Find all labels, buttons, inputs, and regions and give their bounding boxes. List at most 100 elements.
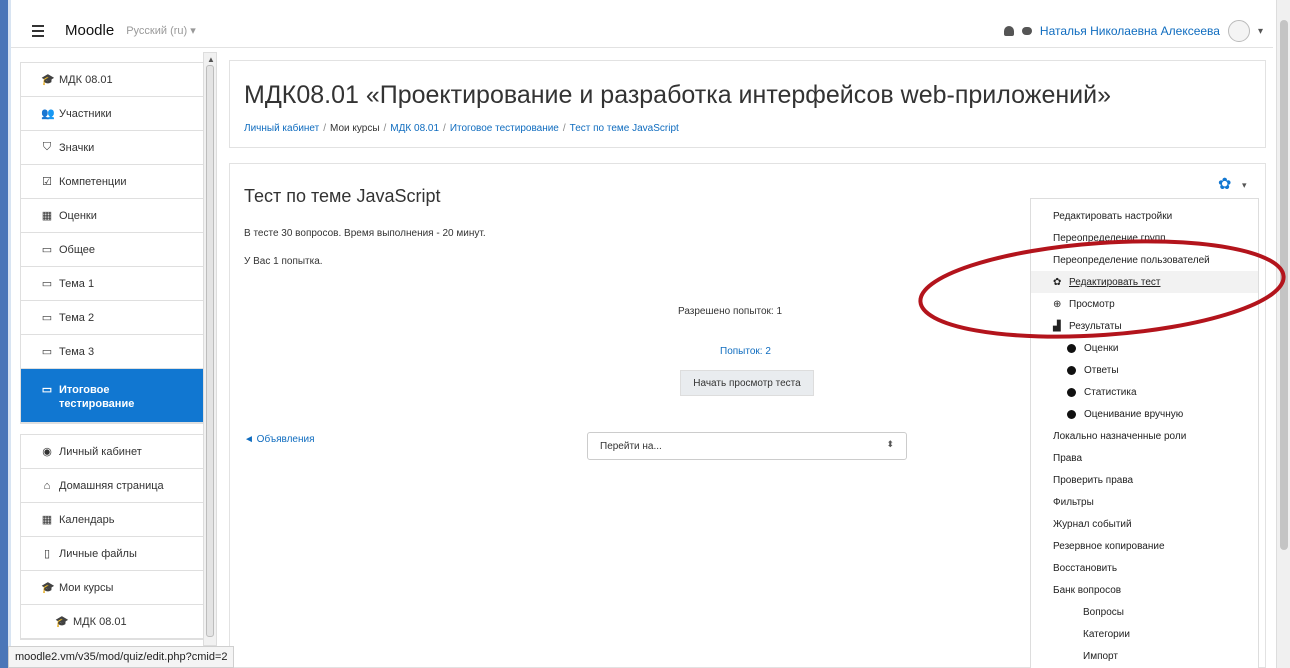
sidebar-item[interactable]: ▦ Оценки bbox=[21, 199, 213, 233]
gear-icon: ✿ bbox=[1053, 276, 1062, 288]
drawer-scrollbar[interactable]: ▲ bbox=[203, 52, 217, 646]
sidebar-item-label: Общее bbox=[59, 243, 96, 256]
user-menu-caret-icon[interactable]: ▾ bbox=[1258, 26, 1263, 37]
user-name-link[interactable]: Наталья Николаевна Алексеева bbox=[1040, 24, 1220, 38]
sidebar-item[interactable]: ▭ Тема 1 bbox=[21, 267, 213, 301]
menu-item[interactable]: Восстановить bbox=[1031, 557, 1258, 579]
sidebar-item-label: Значки bbox=[59, 141, 95, 154]
sidebar-item[interactable]: ☑ Компетенции bbox=[21, 165, 213, 199]
sidebar-item[interactable]: ⌂ Домашняя страница bbox=[21, 469, 213, 503]
bell-icon[interactable] bbox=[1003, 26, 1014, 36]
quiz-intro-line: У Вас 1 попытка. bbox=[244, 256, 323, 267]
menu-item[interactable]: Права bbox=[1031, 447, 1258, 469]
breadcrumb-item[interactable]: МДК 08.01 bbox=[390, 123, 439, 134]
sidebar-item[interactable]: ▦ Календарь bbox=[21, 503, 213, 537]
menu-item[interactable]: Статистика bbox=[1031, 381, 1258, 403]
sidebar-item[interactable]: ▭ Тема 2 bbox=[21, 301, 213, 335]
menu-item-label: Журнал событий bbox=[1053, 518, 1132, 530]
breadcrumb-item: Мои курсы bbox=[330, 123, 380, 134]
menu-item-label: Оценки bbox=[1084, 342, 1119, 354]
menu-item[interactable]: ✿ Редактировать тест bbox=[1031, 271, 1258, 293]
menu-item[interactable]: Проверить права bbox=[1031, 469, 1258, 491]
breadcrumb-item[interactable]: Тест по теме JavaScript bbox=[570, 123, 679, 134]
sidebar-item[interactable]: 👥 Участники bbox=[21, 97, 213, 131]
menu-item-label: Резервное копирование bbox=[1053, 540, 1165, 552]
breadcrumb: Личный кабинет / Мои курсы / МДК 08.01/Итого… bbox=[244, 123, 679, 134]
file-icon: ▯ bbox=[43, 548, 51, 560]
sidebar-item[interactable]: 🎓 МДК 08.01 bbox=[21, 63, 213, 97]
hamburger-menu-icon[interactable] bbox=[25, 18, 51, 44]
menu-item[interactable]: Оценки bbox=[1031, 337, 1258, 359]
course-header: МДК08.01 «Проектирование и разработка ин… bbox=[229, 60, 1266, 148]
graduation-cap-icon: 🎓 bbox=[41, 74, 55, 86]
sidebar-item-label: Итоговое тестирование bbox=[59, 383, 134, 411]
folder-icon: ▭ bbox=[41, 346, 53, 358]
menu-item-label: Статистика bbox=[1084, 386, 1137, 398]
sidebar-item[interactable]: ▭ Тема 3 bbox=[21, 335, 213, 369]
menu-item[interactable]: Локально назначенные роли bbox=[1031, 425, 1258, 447]
drawer-scrollbar-thumb[interactable] bbox=[206, 65, 214, 637]
menu-item[interactable]: ▟ Результаты bbox=[1031, 315, 1258, 337]
site-nav-list: ◉ Личный кабинет ⌂ Домашняя страница ▦ Календ… bbox=[20, 434, 214, 640]
breadcrumb-separator: / bbox=[323, 123, 327, 134]
zoom-icon: ⊕ bbox=[1053, 298, 1062, 310]
window-left-edge-inner bbox=[8, 0, 11, 668]
menu-item-label: Результаты bbox=[1069, 320, 1122, 332]
menu-item-label: Редактировать тест bbox=[1069, 276, 1161, 288]
sidebar-item[interactable]: ▭ Общее bbox=[21, 233, 213, 267]
attempts-link[interactable]: Попыток: 2 bbox=[720, 346, 771, 357]
menu-item[interactable]: Резервное копирование bbox=[1031, 535, 1258, 557]
sidebar-item-label: Тема 3 bbox=[59, 345, 95, 358]
sidebar-item[interactable]: ▯ Личные файлы bbox=[21, 537, 213, 571]
sidebar-item-label: Оценки bbox=[59, 209, 97, 222]
menu-item[interactable]: Оценивание вручную bbox=[1031, 403, 1258, 425]
menu-item[interactable]: Банк вопросов bbox=[1031, 579, 1258, 601]
menu-item[interactable]: Фильтры bbox=[1031, 491, 1258, 513]
folder-icon: ▭ bbox=[41, 244, 53, 256]
page-scrollbar[interactable] bbox=[1276, 0, 1290, 668]
jump-to-select[interactable]: Перейти на... ⬍ bbox=[587, 432, 907, 460]
menu-item-label: Переопределение групп bbox=[1053, 232, 1166, 244]
preview-quiz-button[interactable]: Начать просмотр теста bbox=[680, 370, 814, 396]
menu-item[interactable]: Импорт bbox=[1031, 645, 1258, 667]
sidebar-item[interactable]: ▭ Итоговое тестирование bbox=[21, 369, 213, 423]
menu-item[interactable]: Переопределение групп bbox=[1031, 227, 1258, 249]
sidebar-item[interactable]: ⛉ Значки bbox=[21, 131, 213, 165]
menu-item[interactable]: Ответы bbox=[1031, 359, 1258, 381]
sidebar-item[interactable]: ◉ Личный кабинет bbox=[21, 435, 213, 469]
window-left-edge bbox=[0, 0, 8, 668]
menu-item-label: Локально назначенные роли bbox=[1053, 430, 1187, 442]
bullet-icon bbox=[1067, 343, 1076, 353]
breadcrumb-item[interactable]: Итоговое тестирование bbox=[450, 123, 559, 134]
scroll-up-arrow-icon[interactable]: ▲ bbox=[207, 55, 215, 64]
breadcrumb-separator: / bbox=[443, 123, 446, 134]
page-title: МДК08.01 «Проектирование и разработка ин… bbox=[244, 81, 1111, 109]
avatar[interactable] bbox=[1227, 20, 1250, 42]
chevron-down-icon[interactable]: ▾ bbox=[1242, 180, 1247, 191]
gear-icon[interactable]: ✿ bbox=[1218, 174, 1231, 194]
sidebar-item-label: Компетенции bbox=[59, 175, 127, 188]
page-scrollbar-thumb[interactable] bbox=[1280, 20, 1288, 550]
menu-item[interactable]: ⊕ Просмотр bbox=[1031, 293, 1258, 315]
site-brand[interactable]: Moodle bbox=[65, 22, 114, 39]
user-area: Наталья Николаевна Алексеева ▾ bbox=[1003, 14, 1263, 48]
sidebar-item-label: Личный кабинет bbox=[59, 445, 142, 458]
menu-item-label: Проверить права bbox=[1053, 474, 1134, 486]
folder-icon: ▭ bbox=[41, 312, 53, 324]
language-menu[interactable]: Русский (ru) ▾ bbox=[126, 24, 196, 37]
menu-item[interactable]: Журнал событий bbox=[1031, 513, 1258, 535]
menu-item[interactable]: Редактировать настройки bbox=[1031, 205, 1258, 227]
dashboard-icon: ◉ bbox=[42, 446, 52, 458]
breadcrumb-item[interactable]: Личный кабинет bbox=[244, 123, 319, 134]
menu-item-label: Редактировать настройки bbox=[1053, 210, 1173, 222]
checkbox-icon: ☑ bbox=[42, 176, 52, 188]
menu-item-label: Вопросы bbox=[1083, 606, 1124, 618]
menu-item[interactable]: Вопросы bbox=[1031, 601, 1258, 623]
menu-item[interactable]: Переопределение пользователей bbox=[1031, 249, 1258, 271]
jump-to-placeholder: Перейти на... bbox=[600, 440, 662, 452]
previous-activity-link[interactable]: ◄ Объявления bbox=[244, 434, 315, 445]
sidebar-item[interactable]: 🎓 Мои курсы bbox=[21, 571, 213, 605]
menu-item[interactable]: Категории bbox=[1031, 623, 1258, 645]
chat-icon[interactable] bbox=[1021, 27, 1032, 35]
sidebar-item[interactable]: 🎓 МДК 08.01 bbox=[21, 605, 213, 639]
